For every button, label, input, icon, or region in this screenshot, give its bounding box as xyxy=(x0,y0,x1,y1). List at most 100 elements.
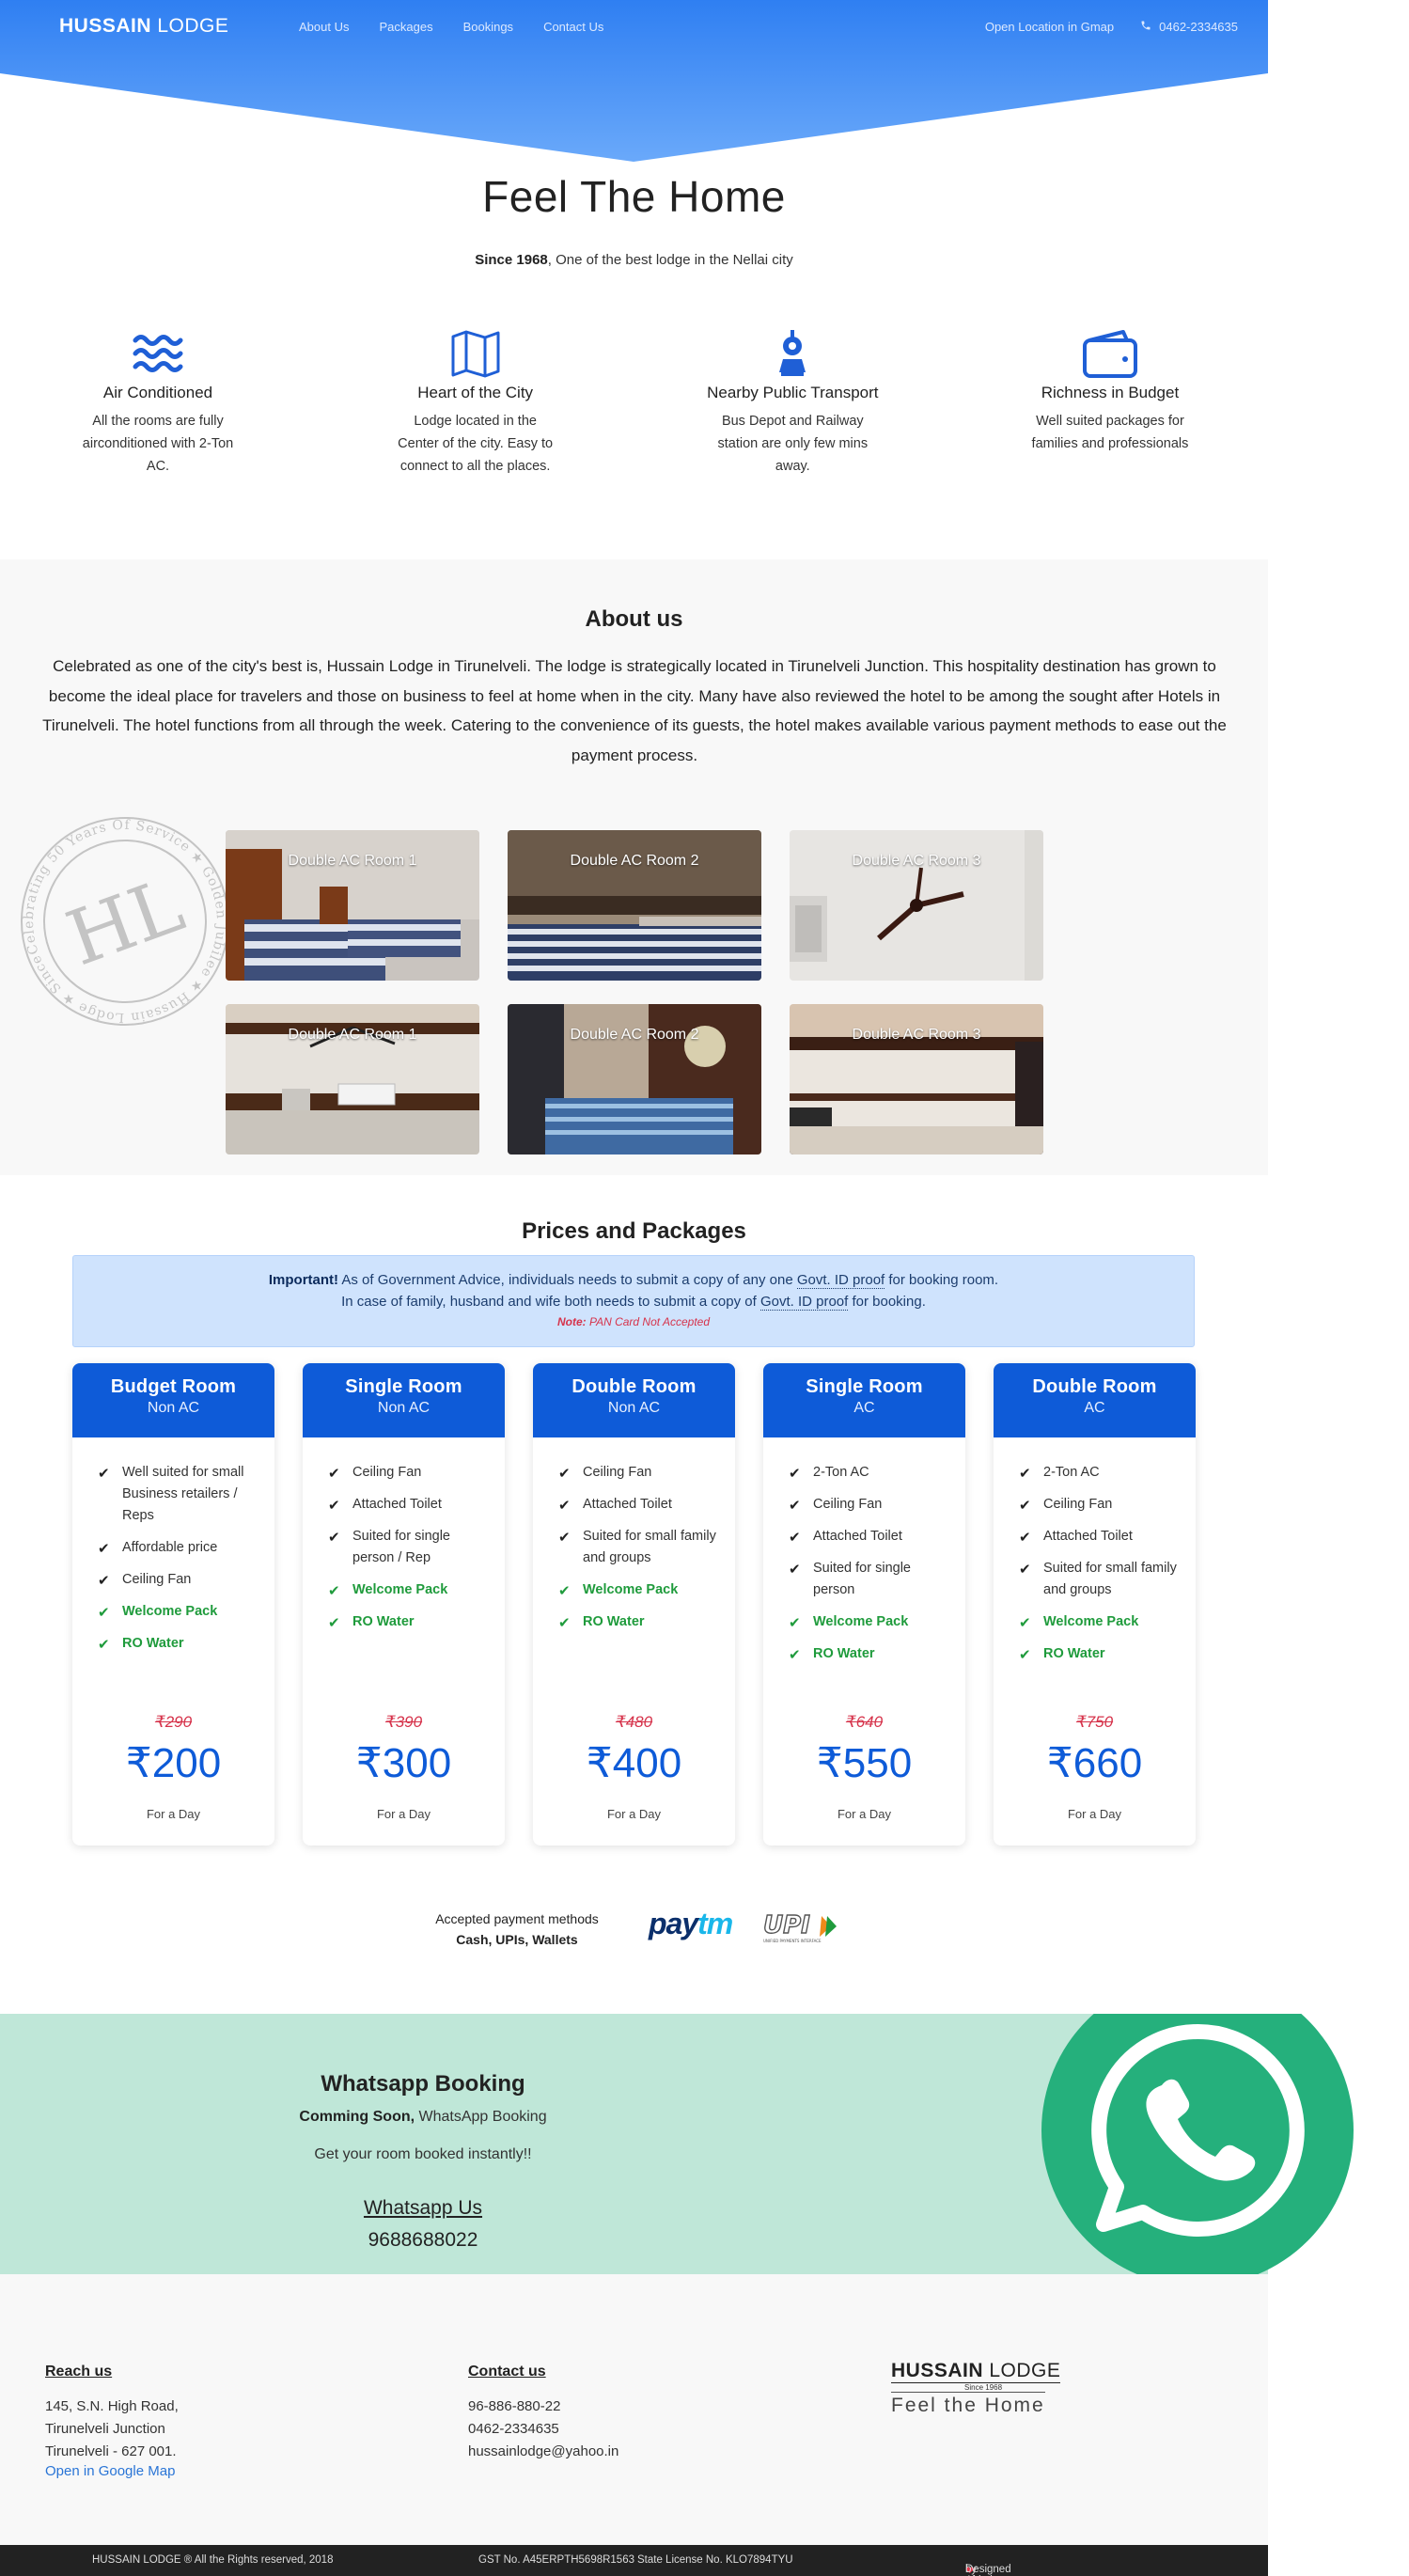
contact-mobile[interactable]: 96-886-880-22 xyxy=(468,2395,618,2418)
footer-logo: HUSSAIN LODGE Since 1968 Feel the Home xyxy=(891,2360,1079,2417)
check-icon: ✔ xyxy=(1019,1498,1031,1514)
card-extra: ✔ Welcome Pack xyxy=(1019,1611,1179,1633)
id-proof-notice: Important! As of Government Advice, indi… xyxy=(72,1255,1195,1347)
check-icon: ✔ xyxy=(558,1530,571,1546)
whatsapp-number[interactable]: 9688688022 xyxy=(235,2229,611,2252)
copyright-text: HUSSAIN LODGE ® All the Rights reserved,… xyxy=(92,2554,334,2566)
price-card[interactable]: Double Room AC ✔ 2-Ton AC ✔ Ceiling Fan ✔ Attac… xyxy=(994,1363,1196,1846)
check-icon: ✔ xyxy=(789,1562,801,1578)
nav-contact-us[interactable]: Contact Us xyxy=(543,20,603,34)
footer-reach-title: Reach us xyxy=(45,2364,113,2380)
check-icon: ✔ xyxy=(328,1530,340,1546)
check-icon: ✔ xyxy=(558,1615,571,1631)
whatsapp-subtitle: Comming Soon, WhatsApp Booking xyxy=(299,2109,547,2125)
nav-about-us[interactable]: About Us xyxy=(299,20,349,34)
current-price: ₹300 xyxy=(355,1740,452,1786)
nav-packages[interactable]: Packages xyxy=(379,20,432,34)
current-price: ₹660 xyxy=(1046,1740,1143,1786)
check-icon: ✔ xyxy=(98,1573,110,1589)
whatsapp-instant-text: Get your room booked instantly!! xyxy=(314,2146,532,2162)
contact-email[interactable]: hussainlodge@yahoo.in xyxy=(468,2441,618,2463)
card-feature: ✔ Attached Toilet xyxy=(558,1494,718,1516)
card-title: Single Room xyxy=(806,1376,923,1397)
contact-phone[interactable]: 0462-2334635 xyxy=(468,2418,618,2441)
check-icon: ✔ xyxy=(328,1498,340,1514)
check-icon: ✔ xyxy=(789,1466,801,1482)
card-feature: ✔ Ceiling Fan xyxy=(1019,1494,1179,1516)
old-price: ₹290 xyxy=(154,1713,193,1731)
room-gallery: Double AC Room 1 Double AC Room 2 Double… xyxy=(226,830,1043,1154)
check-icon: ✔ xyxy=(1019,1530,1031,1546)
price-period: For a Day xyxy=(376,1807,431,1821)
check-icon: ✔ xyxy=(1019,1615,1031,1631)
about-text: Celebrated as one of the city's best is,… xyxy=(42,657,1227,764)
card-header: Single Room Non AC xyxy=(303,1363,505,1437)
nav-open-gmap-link[interactable]: Open Location in Gmap xyxy=(985,20,1114,34)
price-card[interactable]: Double Room Non AC ✔ Ceiling Fan ✔ Attached T… xyxy=(533,1363,735,1846)
gallery-caption: Double AC Room 3 xyxy=(852,853,981,869)
svg-text:UNIFIED PAYMENTS INTERFACE: UNIFIED PAYMENTS INTERFACE xyxy=(763,1939,822,1943)
check-icon: ✔ xyxy=(789,1530,801,1546)
card-header: Single Room AC xyxy=(763,1363,965,1437)
gallery-caption: Double AC Room 3 xyxy=(852,1027,981,1043)
price-card[interactable]: Budget Room Non AC ✔ Well suited for small … xyxy=(72,1363,274,1846)
footer-contact-us: Contact us 96-886-880-22 0462-2334635 hu… xyxy=(468,2364,618,2463)
check-icon: ✔ xyxy=(328,1466,340,1482)
gallery-caption: Double AC Room 1 xyxy=(288,1027,417,1043)
card-extra: ✔ RO Water xyxy=(328,1611,488,1633)
price-card[interactable]: Single Room AC ✔ 2-Ton AC ✔ Ceiling Fan ✔ Attac… xyxy=(763,1363,965,1846)
check-icon: ✔ xyxy=(328,1615,340,1631)
card-header: Budget Room Non AC xyxy=(72,1363,274,1437)
payment-methods: Cash, UPIs, Wallets xyxy=(456,1932,578,1947)
check-icon: ✔ xyxy=(558,1583,571,1599)
gallery-photo[interactable]: Double AC Room 3 xyxy=(790,830,1043,981)
feature-text: All the rooms are fully airconditioned w… xyxy=(82,414,234,474)
whatsapp-icon[interactable] xyxy=(1041,2014,1354,2274)
card-type: Non AC xyxy=(377,1400,431,1416)
feature-title: Heart of the City xyxy=(417,384,534,401)
open-google-map-link[interactable]: Open in Google Map xyxy=(45,2463,175,2479)
brand-logo[interactable]: HUSSAIN LODGE xyxy=(59,15,228,38)
current-price: ₹200 xyxy=(125,1740,222,1786)
state-license: State License No. KLO7894TYU xyxy=(637,2554,793,2566)
nav-bookings[interactable]: Bookings xyxy=(463,20,513,34)
card-type: AC xyxy=(853,1400,875,1416)
gallery-photo[interactable]: Double AC Room 3 xyxy=(790,1004,1043,1154)
nav-right: Open Location in Gmap 0462-2334635 xyxy=(985,20,1238,34)
card-feature: ✔ Attached Toilet xyxy=(789,1526,948,1547)
check-icon: ✔ xyxy=(789,1615,801,1631)
wallet-icon xyxy=(1082,330,1137,378)
card-feature: ✔ Ceiling Fan xyxy=(328,1462,488,1484)
check-icon: ✔ xyxy=(98,1605,110,1621)
old-price: ₹480 xyxy=(615,1713,653,1731)
card-features: ✔ Ceiling Fan ✔ Attached Toilet ✔ Suited for … xyxy=(533,1437,735,1633)
nav-phone-number: 0462-2334635 xyxy=(1159,20,1238,34)
footer-logo-name: HUSSAIN LODGE xyxy=(891,2360,1061,2383)
card-feature: ✔ Ceiling Fan xyxy=(789,1494,948,1516)
card-extra: ✔ Welcome Pack xyxy=(98,1601,258,1623)
old-price: ₹750 xyxy=(1075,1713,1114,1731)
gallery-photo[interactable]: Double AC Room 2 xyxy=(508,1004,761,1154)
navbar: HUSSAIN LODGE About Us Packages Bookings… xyxy=(0,0,1268,55)
card-features: ✔ Ceiling Fan ✔ Attached Toilet ✔ Suited for … xyxy=(303,1437,505,1633)
feature-text: Well suited packages for families and pr… xyxy=(1031,414,1189,451)
whatsapp-us-link[interactable]: Whatsapp Us xyxy=(235,2197,611,2220)
card-features: ✔ Well suited for small Business retailer… xyxy=(72,1437,274,1655)
gallery-photo[interactable]: Double AC Room 1 xyxy=(226,1004,479,1154)
gallery-photo[interactable]: Double AC Room 1 xyxy=(226,830,479,981)
card-feature: ✔ Suited for single person xyxy=(789,1561,911,1597)
price-card[interactable]: Single Room Non AC ✔ Ceiling Fan ✔ Attached T… xyxy=(303,1363,505,1846)
feature-text: Lodge located in the Center of the city.… xyxy=(398,414,554,474)
price-period: For a Day xyxy=(1067,1807,1122,1821)
feature-title: Richness in Budget xyxy=(1041,384,1180,401)
card-extra: ✔ RO Water xyxy=(1019,1643,1179,1665)
gallery-photo[interactable]: Double AC Room 2 xyxy=(508,830,761,981)
map-icon xyxy=(451,330,500,378)
nav-phone[interactable]: 0462-2334635 xyxy=(1140,20,1238,34)
card-title: Single Room xyxy=(345,1376,462,1397)
govt-id-proof-abbr: Govt. ID proof xyxy=(796,1272,885,1289)
old-price: ₹640 xyxy=(845,1713,884,1731)
card-feature: ✔ 2-Ton AC xyxy=(1019,1462,1179,1484)
notice-line-1: Important! As of Government Advice, indi… xyxy=(268,1272,999,1289)
stamp-monogram: HL xyxy=(56,861,195,982)
